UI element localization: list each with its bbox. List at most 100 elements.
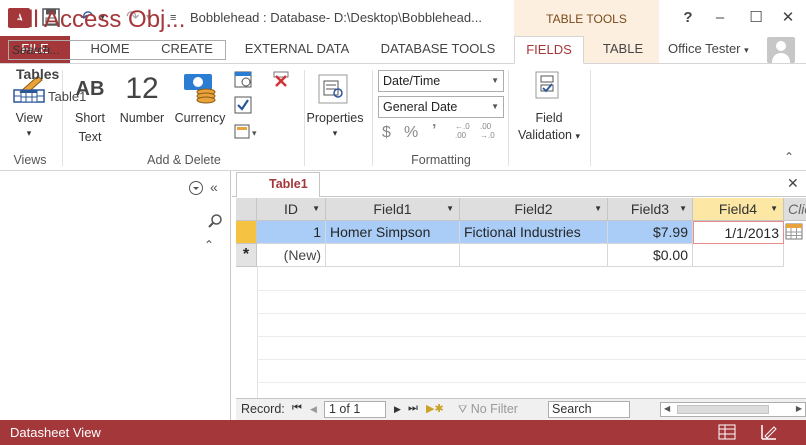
document-tab-label: Table1 <box>269 177 308 191</box>
column-header-field2[interactable]: Field2 ▼ <box>460 198 608 221</box>
yes-no-field-icon[interactable] <box>234 96 252 117</box>
new-row-marker[interactable]: * <box>236 244 257 267</box>
scrollbar-thumb[interactable] <box>677 405 769 414</box>
tab-external-data[interactable]: EXTERNAL DATA <box>238 36 356 64</box>
maximize-button[interactable]: ☐ <box>744 6 768 30</box>
number-button[interactable]: Number <box>114 111 170 125</box>
table-cell-field2[interactable] <box>460 244 608 267</box>
nav-menu-icon[interactable] <box>188 180 204 199</box>
filter-status[interactable]: ⛛ No Filter <box>458 402 518 417</box>
current-record-input[interactable]: 1 of 1 <box>324 401 386 418</box>
view-button[interactable]: View <box>12 111 46 125</box>
close-button[interactable]: ✕ <box>776 6 800 30</box>
chevron-down-icon[interactable]: ▼ <box>312 198 320 220</box>
field-validation-button[interactable]: Field <box>512 111 586 125</box>
scroll-right-icon[interactable]: ▶ <box>796 404 802 413</box>
design-view-button-icon[interactable] <box>760 423 778 444</box>
close-document-icon[interactable]: ✕ <box>787 175 799 192</box>
table-cell-field1[interactable] <box>326 244 460 267</box>
chevron-down-icon[interactable]: ▼ <box>770 198 778 220</box>
table-cell-field2[interactable]: Fictional Industries <box>460 221 608 244</box>
field-validation-button-line2[interactable]: Validation ▾ <box>512 128 586 142</box>
column-header-field1[interactable]: Field1 ▼ <box>326 198 460 221</box>
record-label: Record: <box>241 402 285 416</box>
table-cell-id[interactable]: (New) <box>257 244 326 267</box>
currency-format-icon[interactable]: $ <box>382 124 391 142</box>
grid-line <box>257 359 806 360</box>
nav-pane-title[interactable]: All Access Obj... <box>12 6 185 34</box>
divider <box>62 70 63 166</box>
currency-button[interactable]: Currency <box>172 111 228 125</box>
date-time-field-icon[interactable] <box>234 70 252 91</box>
tab-fields[interactable]: FIELDS <box>514 36 584 64</box>
previous-record-icon[interactable]: ◀ <box>310 404 317 415</box>
tab-database-tools[interactable]: DATABASE TOOLS <box>376 36 500 64</box>
table-cell-id[interactable]: 1 <box>257 221 326 244</box>
short-text-button[interactable]: Short <box>68 111 112 125</box>
date-picker-icon[interactable] <box>785 223 803 243</box>
view-dropdown-icon[interactable]: ▾ <box>12 128 46 139</box>
select-all-button[interactable] <box>236 198 257 221</box>
status-bar: Datasheet View <box>0 420 806 445</box>
search-icon[interactable] <box>207 213 223 232</box>
table-tools-header: TABLE TOOLS <box>514 0 659 36</box>
datasheet-view-button-icon[interactable] <box>718 424 736 443</box>
collapse-ribbon-icon[interactable]: ⌃ <box>784 150 794 164</box>
nav-search-input[interactable]: Search... <box>8 40 226 60</box>
nav-item-table1[interactable]: Table1 <box>20 89 86 104</box>
increase-decimals-icon[interactable]: ←.0.00 <box>455 122 470 140</box>
nav-section-tables[interactable]: Tables <box>16 66 59 82</box>
field-validation-icon[interactable] <box>532 70 562 107</box>
chevron-down-icon[interactable]: ▼ <box>679 198 687 220</box>
number-icon[interactable]: 12 <box>118 72 166 106</box>
chevron-down-icon: ▾ <box>744 45 749 55</box>
first-record-icon[interactable]: ⏮ <box>292 402 302 415</box>
table-cell-field3[interactable]: $7.99 <box>608 221 693 244</box>
percent-format-icon[interactable]: % <box>404 124 418 142</box>
chevron-down-icon: ▼ <box>491 102 499 111</box>
divider <box>372 70 373 166</box>
comma-format-icon[interactable]: ʼ <box>432 122 436 140</box>
format-value: General Date <box>383 100 458 114</box>
currency-icon[interactable] <box>182 72 218 109</box>
scroll-left-icon[interactable]: ◀ <box>664 404 670 413</box>
increase-decimals-bottom: .00 <box>455 131 467 140</box>
document-tab-table1[interactable]: Table1 <box>236 172 320 197</box>
chevron-down-icon[interactable]: ▼ <box>446 198 454 220</box>
avatar[interactable] <box>767 37 795 63</box>
collapse-section-icon[interactable]: ⌃ <box>204 238 214 252</box>
column-header-click-to-add[interactable]: Clic <box>784 198 806 221</box>
last-record-icon[interactable]: ⏭ <box>408 402 418 415</box>
format-select[interactable]: General Date ▼ <box>378 96 504 118</box>
new-record-icon[interactable]: ▶✱ <box>426 402 444 415</box>
horizontal-scrollbar[interactable]: ◀ ▶ <box>660 402 806 417</box>
properties-button[interactable]: Properties <box>302 111 368 125</box>
svg-text:▾: ▾ <box>252 128 257 138</box>
user-account[interactable]: Office Tester ▾ <box>668 41 749 56</box>
record-search-input[interactable]: Search <box>548 401 630 418</box>
decrease-decimals-icon[interactable]: .00 →.0 <box>480 122 495 140</box>
table-cell-field4[interactable]: 1/1/2013 <box>693 221 784 244</box>
column-header-id[interactable]: ID ▼ <box>257 198 326 221</box>
column-header-field4[interactable]: Field4 ▼ <box>693 198 784 221</box>
short-text-button-line2[interactable]: Text <box>68 130 112 144</box>
chevron-down-icon: ▾ <box>575 131 580 141</box>
delete-field-icon[interactable] <box>272 70 290 91</box>
data-type-select[interactable]: Date/Time ▼ <box>378 70 504 92</box>
properties-icon[interactable] <box>316 72 350 109</box>
table-cell-field4[interactable] <box>693 244 784 267</box>
minimize-button[interactable]: – <box>708 6 732 30</box>
chevron-down-icon[interactable]: ▼ <box>594 198 602 220</box>
row-selector[interactable] <box>236 221 257 244</box>
column-header-field3[interactable]: Field3 ▼ <box>608 198 693 221</box>
increase-decimals-top: ←.0 <box>455 122 470 131</box>
table-cell-field3[interactable]: $0.00 <box>608 244 693 267</box>
next-record-icon[interactable]: ▶ <box>394 404 401 415</box>
table-cell-field1[interactable]: Homer Simpson <box>326 221 460 244</box>
tab-table[interactable]: TABLE <box>590 36 656 64</box>
shutter-bar-close-icon[interactable]: « <box>210 179 218 195</box>
help-button[interactable]: ? <box>676 6 700 30</box>
properties-dropdown-icon[interactable]: ▾ <box>302 128 368 139</box>
more-fields-icon[interactable]: ▾ <box>234 122 260 143</box>
column-header-label: Field3 <box>630 201 670 217</box>
